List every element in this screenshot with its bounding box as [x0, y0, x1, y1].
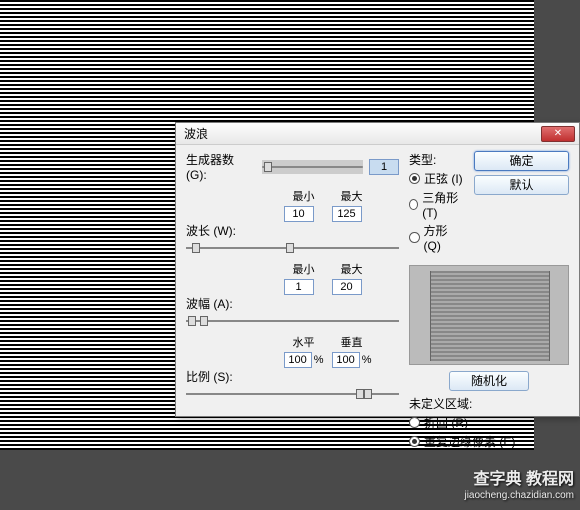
wavelength-max-label: 最大: [332, 188, 372, 204]
radio-icon: [409, 417, 420, 428]
scale-v-input[interactable]: 100: [332, 352, 360, 368]
ok-button[interactable]: 确定: [474, 151, 569, 171]
radio-icon: [409, 436, 420, 447]
scale-label: 比例 (S):: [186, 368, 256, 385]
amplitude-max-input[interactable]: 20: [332, 279, 362, 295]
titlebar[interactable]: 波浪 ✕: [176, 123, 579, 145]
watermark: 查字典 教程网 jiaocheng.chazidian.com: [464, 472, 574, 504]
amplitude-min-input[interactable]: 1: [284, 279, 314, 295]
undef-repeat-label: 重复边缘像素 (E): [424, 433, 515, 450]
amplitude-label: 波幅 (A):: [186, 295, 256, 312]
type-triangle-radio[interactable]: 三角形 (T): [409, 189, 466, 220]
wavelength-slider[interactable]: [186, 241, 399, 255]
wave-dialog: 波浪 ✕ 生成器数 (G): 1 最小 10 最大: [175, 122, 580, 417]
preview-inner: [430, 271, 550, 361]
undef-repeat-radio[interactable]: 重复边缘像素 (E): [409, 433, 569, 450]
scale-slider[interactable]: [186, 387, 399, 401]
watermark-line2: jiaocheng.chazidian.com: [464, 488, 574, 504]
amplitude-slider[interactable]: [186, 314, 399, 328]
undef-wrap-label: 折回 (R): [424, 414, 468, 431]
type-square-label: 方形 (Q): [424, 222, 466, 253]
scale-h-label: 水平: [284, 334, 324, 350]
wavelength-min-input[interactable]: 10: [284, 206, 314, 222]
radio-icon: [409, 173, 420, 184]
type-sine-radio[interactable]: 正弦 (I): [409, 170, 466, 187]
dialog-title: 波浪: [184, 125, 208, 142]
type-legend: 类型:: [409, 151, 436, 168]
undefined-area-group: 未定义区域: 折回 (R) 重复边缘像素 (E): [409, 395, 569, 450]
type-square-radio[interactable]: 方形 (Q): [409, 222, 466, 253]
preview-panel: [409, 265, 569, 365]
undefined-legend: 未定义区域:: [409, 395, 569, 412]
amplitude-max-label: 最大: [332, 261, 372, 277]
type-sine-label: 正弦 (I): [424, 170, 463, 187]
generators-label: 生成器数 (G):: [186, 151, 256, 182]
type-group: 类型: 正弦 (I) 三角形 (T) 方形 (Q): [409, 151, 466, 259]
undef-wrap-radio[interactable]: 折回 (R): [409, 414, 569, 431]
randomize-button[interactable]: 随机化: [449, 371, 529, 391]
close-icon: ✕: [554, 128, 562, 139]
wavelength-label: 波长 (W):: [186, 222, 256, 239]
watermark-line1: 查字典 教程网: [464, 472, 574, 488]
close-button[interactable]: ✕: [541, 126, 575, 142]
radio-icon: [409, 232, 420, 243]
generators-slider[interactable]: [262, 160, 363, 174]
wavelength-min-label: 最小: [284, 188, 324, 204]
amplitude-min-label: 最小: [284, 261, 324, 277]
radio-icon: [409, 199, 418, 210]
type-triangle-label: 三角形 (T): [422, 189, 466, 220]
wavelength-max-input[interactable]: 125: [332, 206, 362, 222]
scale-v-label: 垂直: [332, 334, 372, 350]
generators-input[interactable]: 1: [369, 159, 399, 175]
default-button[interactable]: 默认: [474, 175, 569, 195]
scale-h-input[interactable]: 100: [284, 352, 312, 368]
